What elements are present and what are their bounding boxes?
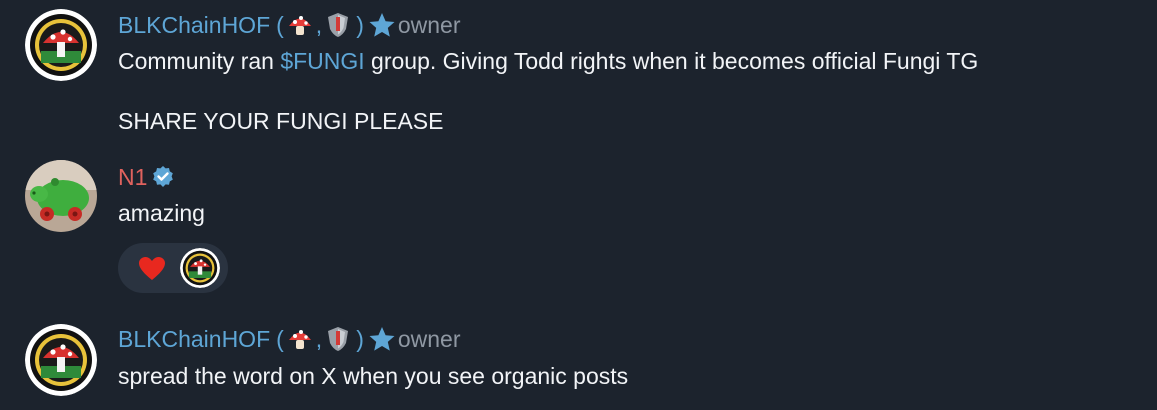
- author-tag-separator: ,: [315, 326, 323, 352]
- author-tag-close: ): [356, 12, 364, 38]
- shield-icon: [324, 11, 352, 39]
- author-tag-close: ): [356, 326, 364, 352]
- message-text-part: group. Giving Todd rights when it become…: [364, 48, 979, 74]
- message-text-part: Community ran: [118, 48, 281, 74]
- mushroom-icon: [286, 11, 314, 39]
- message-header: N1: [118, 163, 175, 191]
- green-toy-pig-avatar-icon: [25, 160, 97, 232]
- message-text: spread the word on X when you see organi…: [118, 363, 629, 389]
- star-icon: [368, 325, 396, 353]
- mushroom-icon: [286, 325, 314, 353]
- verified-badge-icon: [151, 165, 175, 189]
- mushroom-badge-avatar-icon: [180, 248, 220, 288]
- author-name[interactable]: BLKChainHOF: [118, 11, 270, 39]
- author-tag-open: (: [276, 12, 284, 38]
- author-name[interactable]: BLKChainHOF: [118, 325, 270, 353]
- avatar[interactable]: [25, 9, 97, 81]
- author-name[interactable]: N1: [118, 163, 147, 191]
- avatar[interactable]: [25, 324, 97, 396]
- message-text-line: SHARE YOUR FUNGI PLEASE: [118, 108, 444, 134]
- message-header: BLKChainHOF ( , ) owner: [118, 11, 461, 39]
- cashtag-link[interactable]: $FUNGI: [280, 48, 364, 74]
- heart-icon: [138, 256, 166, 287]
- mushroom-badge-avatar-icon: [25, 9, 97, 81]
- message-header: BLKChainHOF ( , ) owner: [118, 325, 461, 353]
- mushroom-badge-avatar-icon: [25, 324, 97, 396]
- role-badge: owner: [397, 12, 461, 38]
- star-icon: [368, 11, 396, 39]
- avatar[interactable]: [25, 160, 97, 232]
- reaction-chip[interactable]: [118, 243, 228, 293]
- author-tag-separator: ,: [315, 12, 323, 38]
- reactor-avatar: [180, 248, 220, 288]
- message-text: Community ran $FUNGI group. Giving Todd …: [118, 47, 978, 75]
- message-text: amazing: [118, 200, 205, 226]
- role-badge: owner: [397, 326, 461, 352]
- author-tag-open: (: [276, 326, 284, 352]
- shield-icon: [324, 325, 352, 353]
